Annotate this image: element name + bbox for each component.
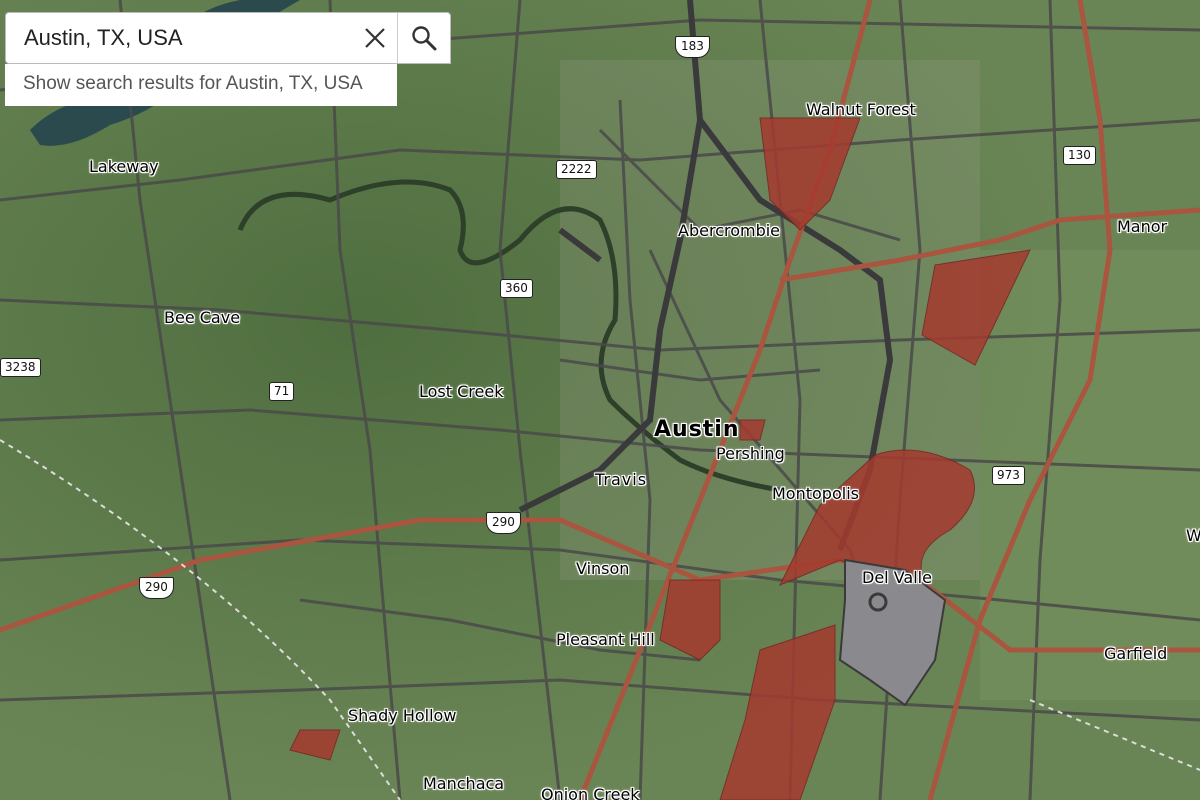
place-label-lost-creek: Lost Creek — [419, 382, 504, 401]
map-canvas[interactable] — [0, 0, 1200, 800]
map-view[interactable]: Lakeway Bee Cave Lost Creek Walnut Fores… — [0, 0, 1200, 800]
place-label-abercrombie: Abercrombie — [678, 221, 781, 240]
search-button[interactable] — [397, 13, 450, 63]
clear-search-button[interactable] — [353, 13, 397, 63]
place-label-del-valle: Del Valle — [862, 568, 932, 587]
place-label-vinson: Vinson — [576, 559, 630, 578]
route-shield-360: 360 — [500, 279, 533, 298]
place-label-austin: Austin — [654, 417, 740, 442]
search-input[interactable] — [6, 13, 353, 63]
place-label-bee-cave: Bee Cave — [164, 308, 241, 327]
route-shield-71: 71 — [269, 382, 295, 401]
close-icon — [365, 28, 385, 48]
route-shield-973: 973 — [992, 466, 1025, 485]
search-icon — [412, 26, 437, 51]
place-label-shady-hollow: Shady Hollow — [348, 706, 457, 725]
search-suggestion-item[interactable]: Show search results for Austin, TX, USA — [5, 64, 397, 106]
route-shield-2222: 2222 — [556, 160, 597, 179]
place-label-manchaca: Manchaca — [423, 774, 505, 793]
place-label-travis: Travis — [595, 470, 648, 489]
place-label-garfield: Garfield — [1104, 644, 1168, 663]
route-shield-130: 130 — [1063, 146, 1096, 165]
place-label-walnut-forest: Walnut Forest — [806, 100, 916, 119]
place-label-onion-creek: Onion Creek — [541, 785, 640, 800]
route-shield-3238: 3238 — [0, 358, 41, 377]
place-label-montopolis: Montopolis — [772, 484, 859, 503]
place-label-pershing: Pershing — [716, 444, 785, 463]
place-label-lakeway: Lakeway — [89, 157, 159, 176]
place-label-pleasant-hill: Pleasant Hill — [556, 630, 655, 649]
search-box — [5, 12, 451, 64]
route-shield-290-east: 290 — [486, 512, 521, 534]
place-label-partial: W — [1186, 526, 1200, 545]
route-shield-290-west: 290 — [139, 577, 174, 599]
place-label-manor: Manor — [1117, 217, 1168, 236]
route-shield-183: 183 — [675, 36, 710, 58]
